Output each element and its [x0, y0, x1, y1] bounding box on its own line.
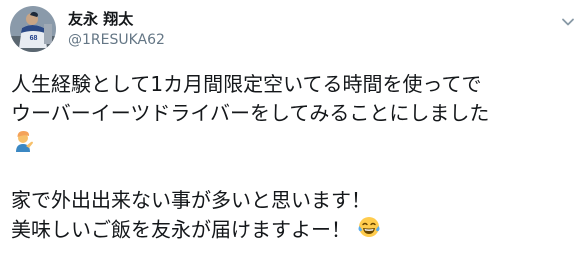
chevron-down-icon[interactable]	[560, 14, 576, 30]
tweet-line: 人生経験として1カ月間限定空いてる時間を使ってで	[11, 72, 482, 96]
tweet-card: 68 友永 翔太 @1RESUKA62 人生経験として1カ月間限定空いてる時間を…	[0, 0, 587, 254]
tweet-text: 人生経験として1カ月間限定空いてる時間を使ってで ウーバーイーツドライバーをして…	[11, 70, 581, 244]
tweet-line: 美味しいご飯を友永が届けますよー！	[11, 217, 351, 242]
tweet-line: ウーバーイーツドライバーをしてみることにしました	[11, 101, 490, 125]
person-tipping-hand-emoji	[11, 128, 35, 160]
tweet-line: 家で外出出来ない事が多いと思います！	[11, 188, 371, 212]
avatar-jersey-number: 68	[30, 35, 38, 42]
tweet-emoji-line	[11, 128, 581, 157]
tweet-line-with-emoji: 美味しいご飯を友永が届けますよー！	[11, 215, 581, 244]
face-with-tears-of-joy-emoji	[357, 215, 381, 247]
profile-avatar[interactable]: 68	[10, 6, 56, 52]
user-handle[interactable]: @1RESUKA62	[68, 31, 165, 49]
display-name[interactable]: 友永 翔太	[68, 10, 133, 28]
